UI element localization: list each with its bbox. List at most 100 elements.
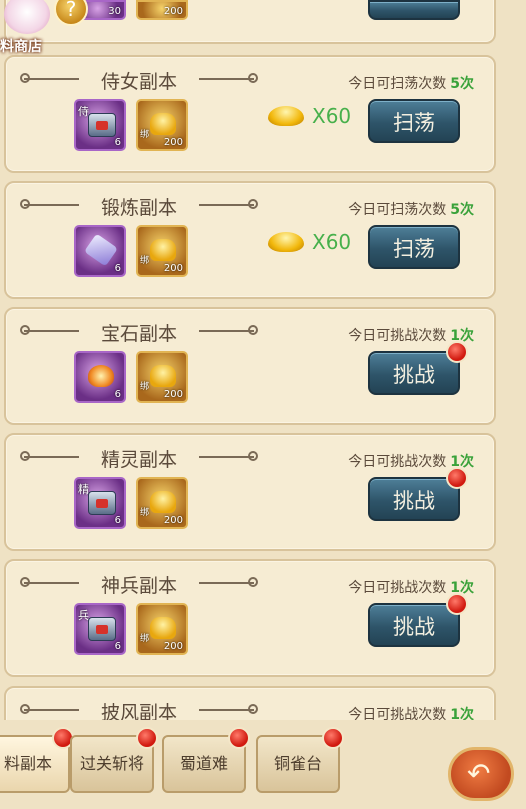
cost-value: X60	[312, 230, 352, 254]
reward-item-gem[interactable]: 6	[74, 351, 126, 403]
gold-ingot-icon	[268, 106, 304, 126]
bound-tag: 绑	[140, 382, 150, 392]
item-quantity: 6	[114, 389, 121, 400]
tab-label: 蜀道难	[179, 754, 228, 773]
gold-ingot-icon	[150, 239, 176, 261]
return-arrow-icon: ↶	[467, 757, 491, 790]
count-value: 5次	[450, 202, 474, 218]
sweep-button[interactable]: 扫荡	[368, 225, 460, 269]
ornament-line-right	[199, 577, 258, 587]
tab-pass-levels[interactable]: 过关斩将	[70, 727, 158, 793]
ornament-line-left	[20, 73, 79, 83]
ornament-line-right	[199, 704, 258, 714]
challenge-button[interactable]: 挑战	[368, 593, 468, 647]
notification-dot-icon	[446, 467, 468, 489]
item-quantity: 200	[163, 515, 183, 526]
item-quantity: 200	[163, 6, 183, 17]
bound-tag: 绑	[140, 634, 150, 644]
notification-dot-icon	[322, 727, 344, 749]
ornament-line-right	[199, 451, 258, 461]
action-button[interactable]	[368, 0, 460, 20]
item-quantity: 200	[163, 389, 183, 400]
bound-tag: 绑	[140, 256, 150, 266]
back-button[interactable]: ↶	[448, 747, 514, 801]
reward-item-chest[interactable]: 精 6	[74, 477, 126, 529]
notification-dot-icon	[136, 727, 158, 749]
count-label: 今日可扫荡次数	[348, 202, 447, 218]
tab-label: 铜雀台	[273, 754, 322, 773]
count-label: 今日可挑战次数	[348, 328, 447, 344]
sweep-button[interactable]: 扫荡	[368, 99, 460, 143]
attempt-count: 今日可扫荡次数 5次	[348, 73, 474, 93]
reward-item-gold[interactable]: 绑 200	[136, 603, 188, 655]
dungeon-title: 宝石副本	[100, 323, 177, 345]
count-label: 今日可挑战次数	[348, 580, 447, 596]
item-quantity: 6	[114, 641, 121, 652]
chest-icon	[88, 113, 116, 137]
title-decoration: 锻炼副本	[20, 193, 258, 219]
reward-item-gold[interactable]: 绑 200	[136, 477, 188, 529]
item-quantity: 6	[114, 263, 121, 274]
dungeon-card: 披风副本 今日可挑战次数 1次	[4, 686, 496, 720]
reward-item-chest[interactable]: 侍 6	[74, 99, 126, 151]
bound-tag: 绑	[140, 508, 150, 518]
title-decoration: 神兵副本	[20, 571, 258, 597]
crystal-icon	[84, 233, 118, 267]
material-shop-button[interactable]: 料商店 ?	[0, 0, 88, 58]
item-tag: 精	[78, 483, 89, 496]
dungeon-title: 锻炼副本	[100, 197, 177, 219]
ornament-line-right	[199, 73, 258, 83]
item-quantity: 6	[114, 137, 121, 148]
title-decoration: 侍女副本	[20, 67, 258, 93]
title-decoration: 宝石副本	[20, 319, 258, 345]
dungeon-title: 神兵副本	[100, 575, 177, 597]
item-quantity: 200	[163, 263, 183, 274]
button-label: 挑战	[393, 489, 435, 513]
dungeon-card: 锻炼副本 今日可扫荡次数 5次 6 绑 200 X60 扫荡	[4, 181, 496, 299]
dungeon-card: 神兵副本 今日可挑战次数 1次 兵 6 绑 200 挑战	[4, 559, 496, 677]
tab-label: 料副本	[3, 754, 52, 773]
reward-item-gold[interactable]: 200	[136, 0, 188, 20]
count-value: 1次	[450, 707, 474, 720]
tab-bronze-sparrow[interactable]: 铜雀台	[256, 727, 344, 793]
reward-item-crystal[interactable]: 6	[74, 225, 126, 277]
reward-item-gold[interactable]: 绑 200	[136, 351, 188, 403]
title-decoration: 披风副本	[20, 698, 258, 720]
button-label: 挑战	[393, 615, 435, 639]
gold-ingot-icon	[150, 491, 176, 513]
dungeon-title: 披风副本	[100, 702, 177, 720]
reward-item-gold[interactable]: 绑 200	[136, 99, 188, 151]
item-quantity: 30	[108, 6, 121, 17]
dungeon-list[interactable]: 30 200 侍女副本 今日可扫荡次数5次 侍 6 绑 200 X60 扫荡	[0, 0, 526, 720]
tab-material-dungeon[interactable]: 料副本	[0, 727, 74, 793]
gold-ingot-icon	[150, 113, 176, 135]
tab-shu-road[interactable]: 蜀道难	[162, 727, 250, 793]
tab-label: 过关斩将	[79, 754, 144, 773]
gold-ingot-icon	[150, 617, 176, 639]
dungeon-card: 侍女副本 今日可扫荡次数 5次 侍 6 绑 200 X60 扫荡	[4, 55, 496, 173]
button-label: 挑战	[393, 363, 435, 387]
bound-tag: 绑	[140, 130, 150, 140]
dungeon-card: 宝石副本 今日可挑战次数 1次 6 绑 200 挑战	[4, 307, 496, 425]
challenge-button[interactable]: 挑战	[368, 341, 468, 395]
count-label: 今日可扫荡次数	[348, 76, 447, 92]
count-label: 今日可挑战次数	[348, 707, 447, 720]
chest-icon	[88, 617, 116, 641]
reward-item-chest[interactable]: 兵 6	[74, 603, 126, 655]
ornament-line-left	[20, 704, 79, 714]
count-value: 5次	[450, 76, 474, 92]
mascot-icon	[4, 0, 50, 34]
item-tag: 侍	[78, 105, 89, 118]
count-label: 今日可挑战次数	[348, 454, 447, 470]
reward-item-gold[interactable]: 绑 200	[136, 225, 188, 277]
challenge-button[interactable]: 挑战	[368, 467, 468, 521]
notification-dot-icon	[228, 727, 250, 749]
ornament-line-right	[199, 325, 258, 335]
ornament-line-left	[20, 577, 79, 587]
cost-value: X60	[312, 104, 352, 128]
item-tag: 兵	[78, 609, 89, 622]
ornament-line-right	[199, 199, 258, 209]
ornament-line-left	[20, 325, 79, 335]
item-quantity: 6	[114, 515, 121, 526]
notification-dot-icon	[446, 341, 468, 363]
